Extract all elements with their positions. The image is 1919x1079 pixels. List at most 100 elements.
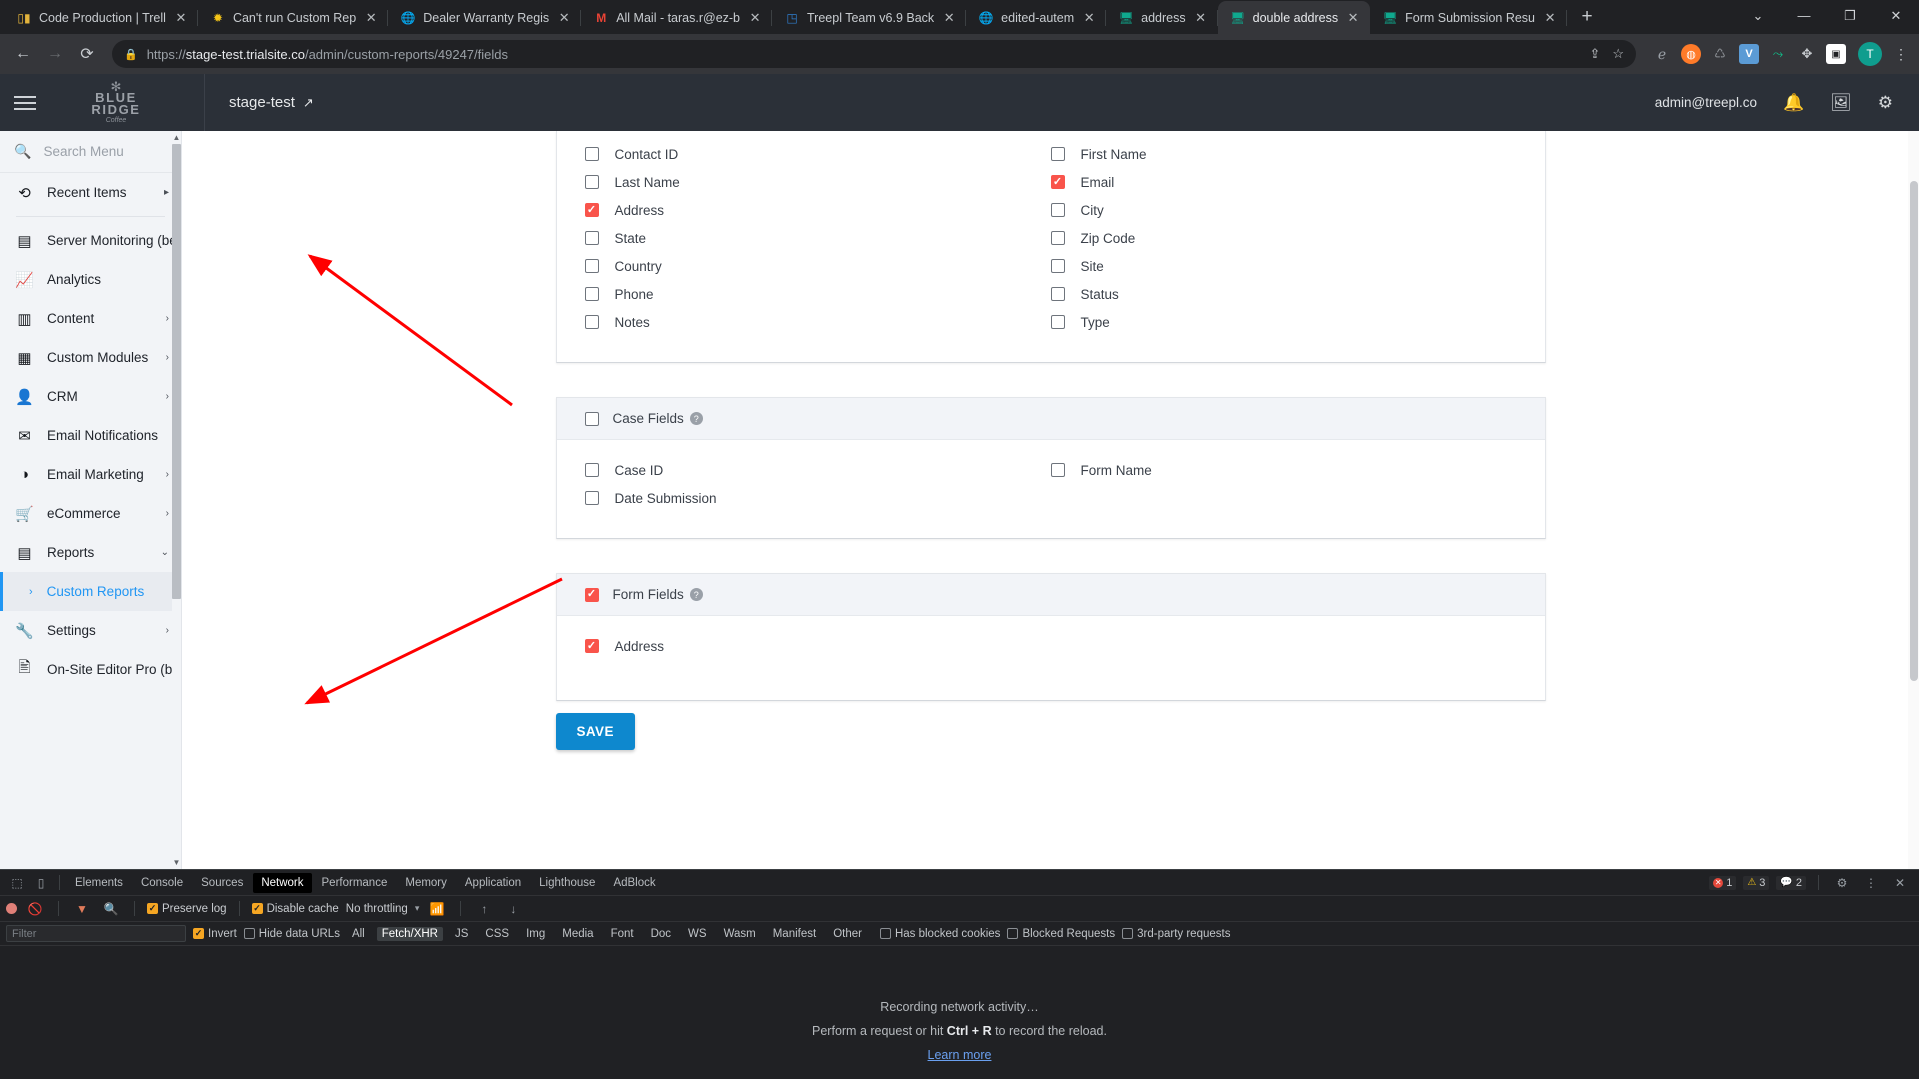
checkbox-address[interactable] <box>584 203 599 217</box>
blocked-requests-toggle[interactable]: Blocked Requests <box>1007 928 1115 940</box>
checkbox-notes[interactable] <box>584 315 599 329</box>
checkbox-case-fields[interactable] <box>584 411 599 426</box>
checkbox-first-name[interactable] <box>1050 147 1065 161</box>
devtools-tab-network[interactable]: Network <box>253 872 312 893</box>
tab-close-icon[interactable]: ✕ <box>556 10 572 26</box>
checkbox-row[interactable]: Notes <box>584 308 1051 336</box>
address-bar[interactable]: 🔒 https://stage-test.trialsite.co/admin/… <box>112 40 1636 68</box>
sidebar-item-server-monitoring[interactable]: ▤ Server Monitoring (beta) <box>0 221 181 260</box>
type-filter-other[interactable]: Other <box>828 927 867 941</box>
v-extension-icon[interactable]: V <box>1739 44 1759 64</box>
type-filter-js[interactable]: JS <box>450 927 473 941</box>
help-icon[interactable]: ? <box>689 588 703 601</box>
device-toggle-icon[interactable]: ▯ <box>30 872 52 894</box>
chevron-down-icon[interactable]: ▾ <box>415 903 420 914</box>
browser-menu-icon[interactable]: ⋮ <box>1891 44 1911 64</box>
type-filter-manifest[interactable]: Manifest <box>768 927 821 941</box>
search-icon[interactable]: 🔍 <box>100 898 122 920</box>
checkbox-row[interactable]: Phone <box>584 280 1051 308</box>
tab-close-icon[interactable]: ✕ <box>1542 10 1558 26</box>
checkbox-row[interactable]: Site <box>1050 252 1517 280</box>
devtools-tab-console[interactable]: Console <box>133 873 191 893</box>
star-icon[interactable]: ☆ <box>1612 46 1624 62</box>
learn-more-link[interactable]: Learn more <box>928 1048 992 1062</box>
checkbox-row[interactable]: Last Name <box>584 168 1051 196</box>
invert-toggle[interactable]: ✓ Invert <box>193 928 237 940</box>
menu-toggle-button[interactable] <box>14 92 36 114</box>
checkbox-form-name[interactable] <box>1050 463 1065 477</box>
scroll-up-icon[interactable]: ▲ <box>172 131 181 144</box>
tab-close-icon[interactable]: ✕ <box>941 10 957 26</box>
search-input[interactable] <box>43 144 154 159</box>
image-icon[interactable]: 🖼 <box>1830 93 1852 113</box>
admin-email-label[interactable]: admin@treepl.co <box>1655 95 1757 110</box>
tab-close-icon[interactable]: ✕ <box>1081 10 1097 26</box>
sidebar-item-onsite-editor[interactable]: 🖹 On-Site Editor Pro (beta) <box>0 650 181 689</box>
devtools-tab-elements[interactable]: Elements <box>67 873 131 893</box>
filter-input[interactable]: Filter <box>6 925 186 942</box>
forward-button[interactable]: → <box>40 39 70 69</box>
checkbox-city[interactable] <box>1050 203 1065 217</box>
browser-tab[interactable]: ◳ Treepl Team v6.9 Back ✕ <box>772 1 967 34</box>
preserve-log-toggle[interactable]: ✓ Preserve log <box>147 903 227 915</box>
sidebar-search[interactable]: 🔍 <box>0 131 181 173</box>
message-badge[interactable]: 💬 2 <box>1776 875 1806 890</box>
checkbox-type[interactable] <box>1050 315 1065 329</box>
browser-tab-active[interactable]: 🖥 double address ✕ <box>1217 1 1371 34</box>
sidebar-item-analytics[interactable]: 📈 Analytics <box>0 260 181 299</box>
devtools-tab-memory[interactable]: Memory <box>397 873 455 893</box>
has-blocked-cookies-toggle[interactable]: Has blocked cookies <box>879 928 1000 940</box>
close-window-button[interactable]: ✕ <box>1873 0 1919 31</box>
save-button[interactable]: SAVE <box>555 713 635 750</box>
sidebar-item-custom-modules[interactable]: ▦ Custom Modules › <box>0 338 181 377</box>
checkbox-status[interactable] <box>1050 287 1065 301</box>
checkbox-form-fields[interactable] <box>584 587 599 602</box>
checkbox-email[interactable] <box>1050 175 1065 189</box>
sidebar-item-ecommerce[interactable]: 🛒 eCommerce › <box>0 494 181 533</box>
puzzle-icon[interactable]: ✥ <box>1797 44 1817 64</box>
devtools-tab-adblock[interactable]: AdBlock <box>605 873 663 893</box>
tab-close-icon[interactable]: ✕ <box>1193 10 1209 26</box>
main-scrollbar-thumb[interactable] <box>1910 181 1918 681</box>
hide-data-urls-toggle[interactable]: Hide data URLs <box>243 928 340 940</box>
site-name-link[interactable]: stage-test ↗ <box>229 94 314 111</box>
cursor-select-icon[interactable]: ⬚ <box>6 872 28 894</box>
form-fields-header[interactable]: Form Fields ? <box>556 574 1545 616</box>
main-scrollbar[interactable] <box>1908 131 1919 869</box>
case-fields-header[interactable]: Case Fields ? <box>556 398 1545 440</box>
sidebar-item-crm[interactable]: 👤 CRM › <box>0 377 181 416</box>
back-button[interactable]: ← <box>8 39 38 69</box>
minimize-button[interactable]: — <box>1781 0 1827 31</box>
sidebar-item-email-marketing[interactable]: ◑ Email Marketing › <box>0 455 181 494</box>
more-options-icon[interactable]: ⋮ <box>1860 872 1882 894</box>
checkbox-country[interactable] <box>584 259 599 273</box>
checkbox-zip-code[interactable] <box>1050 231 1065 245</box>
browser-tab[interactable]: 🌐 Dealer Warranty Regis ✕ <box>388 1 582 34</box>
type-filter-media[interactable]: Media <box>557 927 598 941</box>
gear-icon[interactable]: ⚙ <box>1831 872 1853 894</box>
record-icon[interactable] <box>6 903 17 914</box>
checkbox-row[interactable]: Form Name <box>1050 456 1517 484</box>
checkbox-form-address[interactable] <box>584 639 599 653</box>
type-filter-font[interactable]: Font <box>606 927 639 941</box>
error-badge[interactable]: ✕ 1 <box>1709 875 1737 890</box>
checkbox-row[interactable]: State <box>584 224 1051 252</box>
disable-cache-toggle[interactable]: ✓ Disable cache <box>251 903 339 915</box>
browser-tab[interactable]: 🖥 Form Submission Resu ✕ <box>1370 1 1567 34</box>
export-har-icon[interactable]: ↓ <box>502 898 524 920</box>
checkbox-row[interactable]: Email <box>1050 168 1517 196</box>
checkbox-row[interactable]: First Name <box>1050 140 1517 168</box>
checkbox-row[interactable]: City <box>1050 196 1517 224</box>
browser-tab[interactable]: M All Mail - taras.r@ez-b ✕ <box>581 1 772 34</box>
browser-tab[interactable]: 🌐 edited-autem ✕ <box>966 1 1107 34</box>
checkbox-row[interactable]: Address <box>584 632 1051 660</box>
type-filter-ws[interactable]: WS <box>683 927 712 941</box>
checkbox-case-id[interactable] <box>584 463 599 477</box>
share-icon[interactable]: ⇪ <box>1589 46 1600 62</box>
checkbox-row[interactable]: Address <box>584 196 1051 224</box>
import-har-icon[interactable]: ↑ <box>473 898 495 920</box>
square-extension-icon[interactable]: ▣ <box>1826 44 1846 64</box>
checkbox-row[interactable]: Contact ID <box>584 140 1051 168</box>
checkbox-row[interactable]: Type <box>1050 308 1517 336</box>
new-tab-button[interactable]: + <box>1573 3 1601 31</box>
